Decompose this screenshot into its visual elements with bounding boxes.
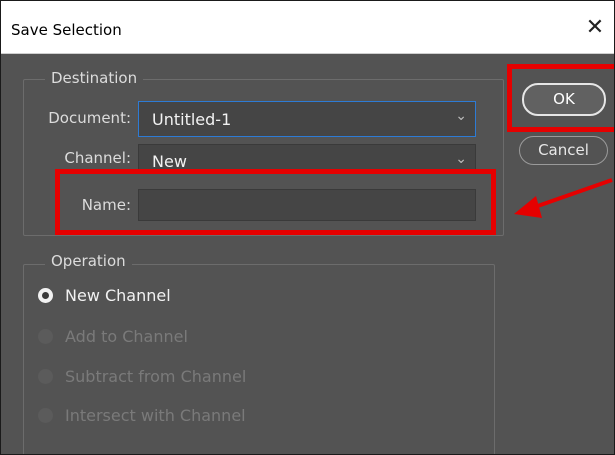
chevron-down-icon: ⌄ xyxy=(455,151,467,167)
title-bar: Save Selection ✕ xyxy=(1,1,614,54)
save-selection-dialog: Save Selection ✕ Destination Document: U… xyxy=(0,0,615,455)
radio-label: Intersect with Channel xyxy=(65,406,246,425)
channel-label: Channel: xyxy=(64,149,131,167)
radio-label: Add to Channel xyxy=(65,327,188,346)
destination-legend: Destination xyxy=(45,69,144,87)
ok-highlight-box xyxy=(507,64,614,132)
dialog-title: Save Selection xyxy=(11,21,122,39)
document-select[interactable]: Untitled-1 ⌄ xyxy=(138,101,476,137)
document-label: Document: xyxy=(48,109,131,127)
chevron-down-icon: ⌄ xyxy=(455,108,467,124)
operation-legend: Operation xyxy=(45,252,132,270)
name-highlight-box xyxy=(55,169,496,235)
radio-label: New Channel xyxy=(65,286,171,305)
radio-button-icon xyxy=(38,369,53,384)
radio-button-icon xyxy=(38,288,53,303)
arrow-icon xyxy=(514,178,613,218)
radio-label: Subtract from Channel xyxy=(65,367,247,386)
cancel-button[interactable]: Cancel xyxy=(519,136,608,165)
radio-button-icon xyxy=(38,329,53,344)
radio-button-icon xyxy=(38,408,53,423)
close-icon[interactable]: ✕ xyxy=(580,13,610,43)
document-select-value: Untitled-1 xyxy=(152,110,232,129)
